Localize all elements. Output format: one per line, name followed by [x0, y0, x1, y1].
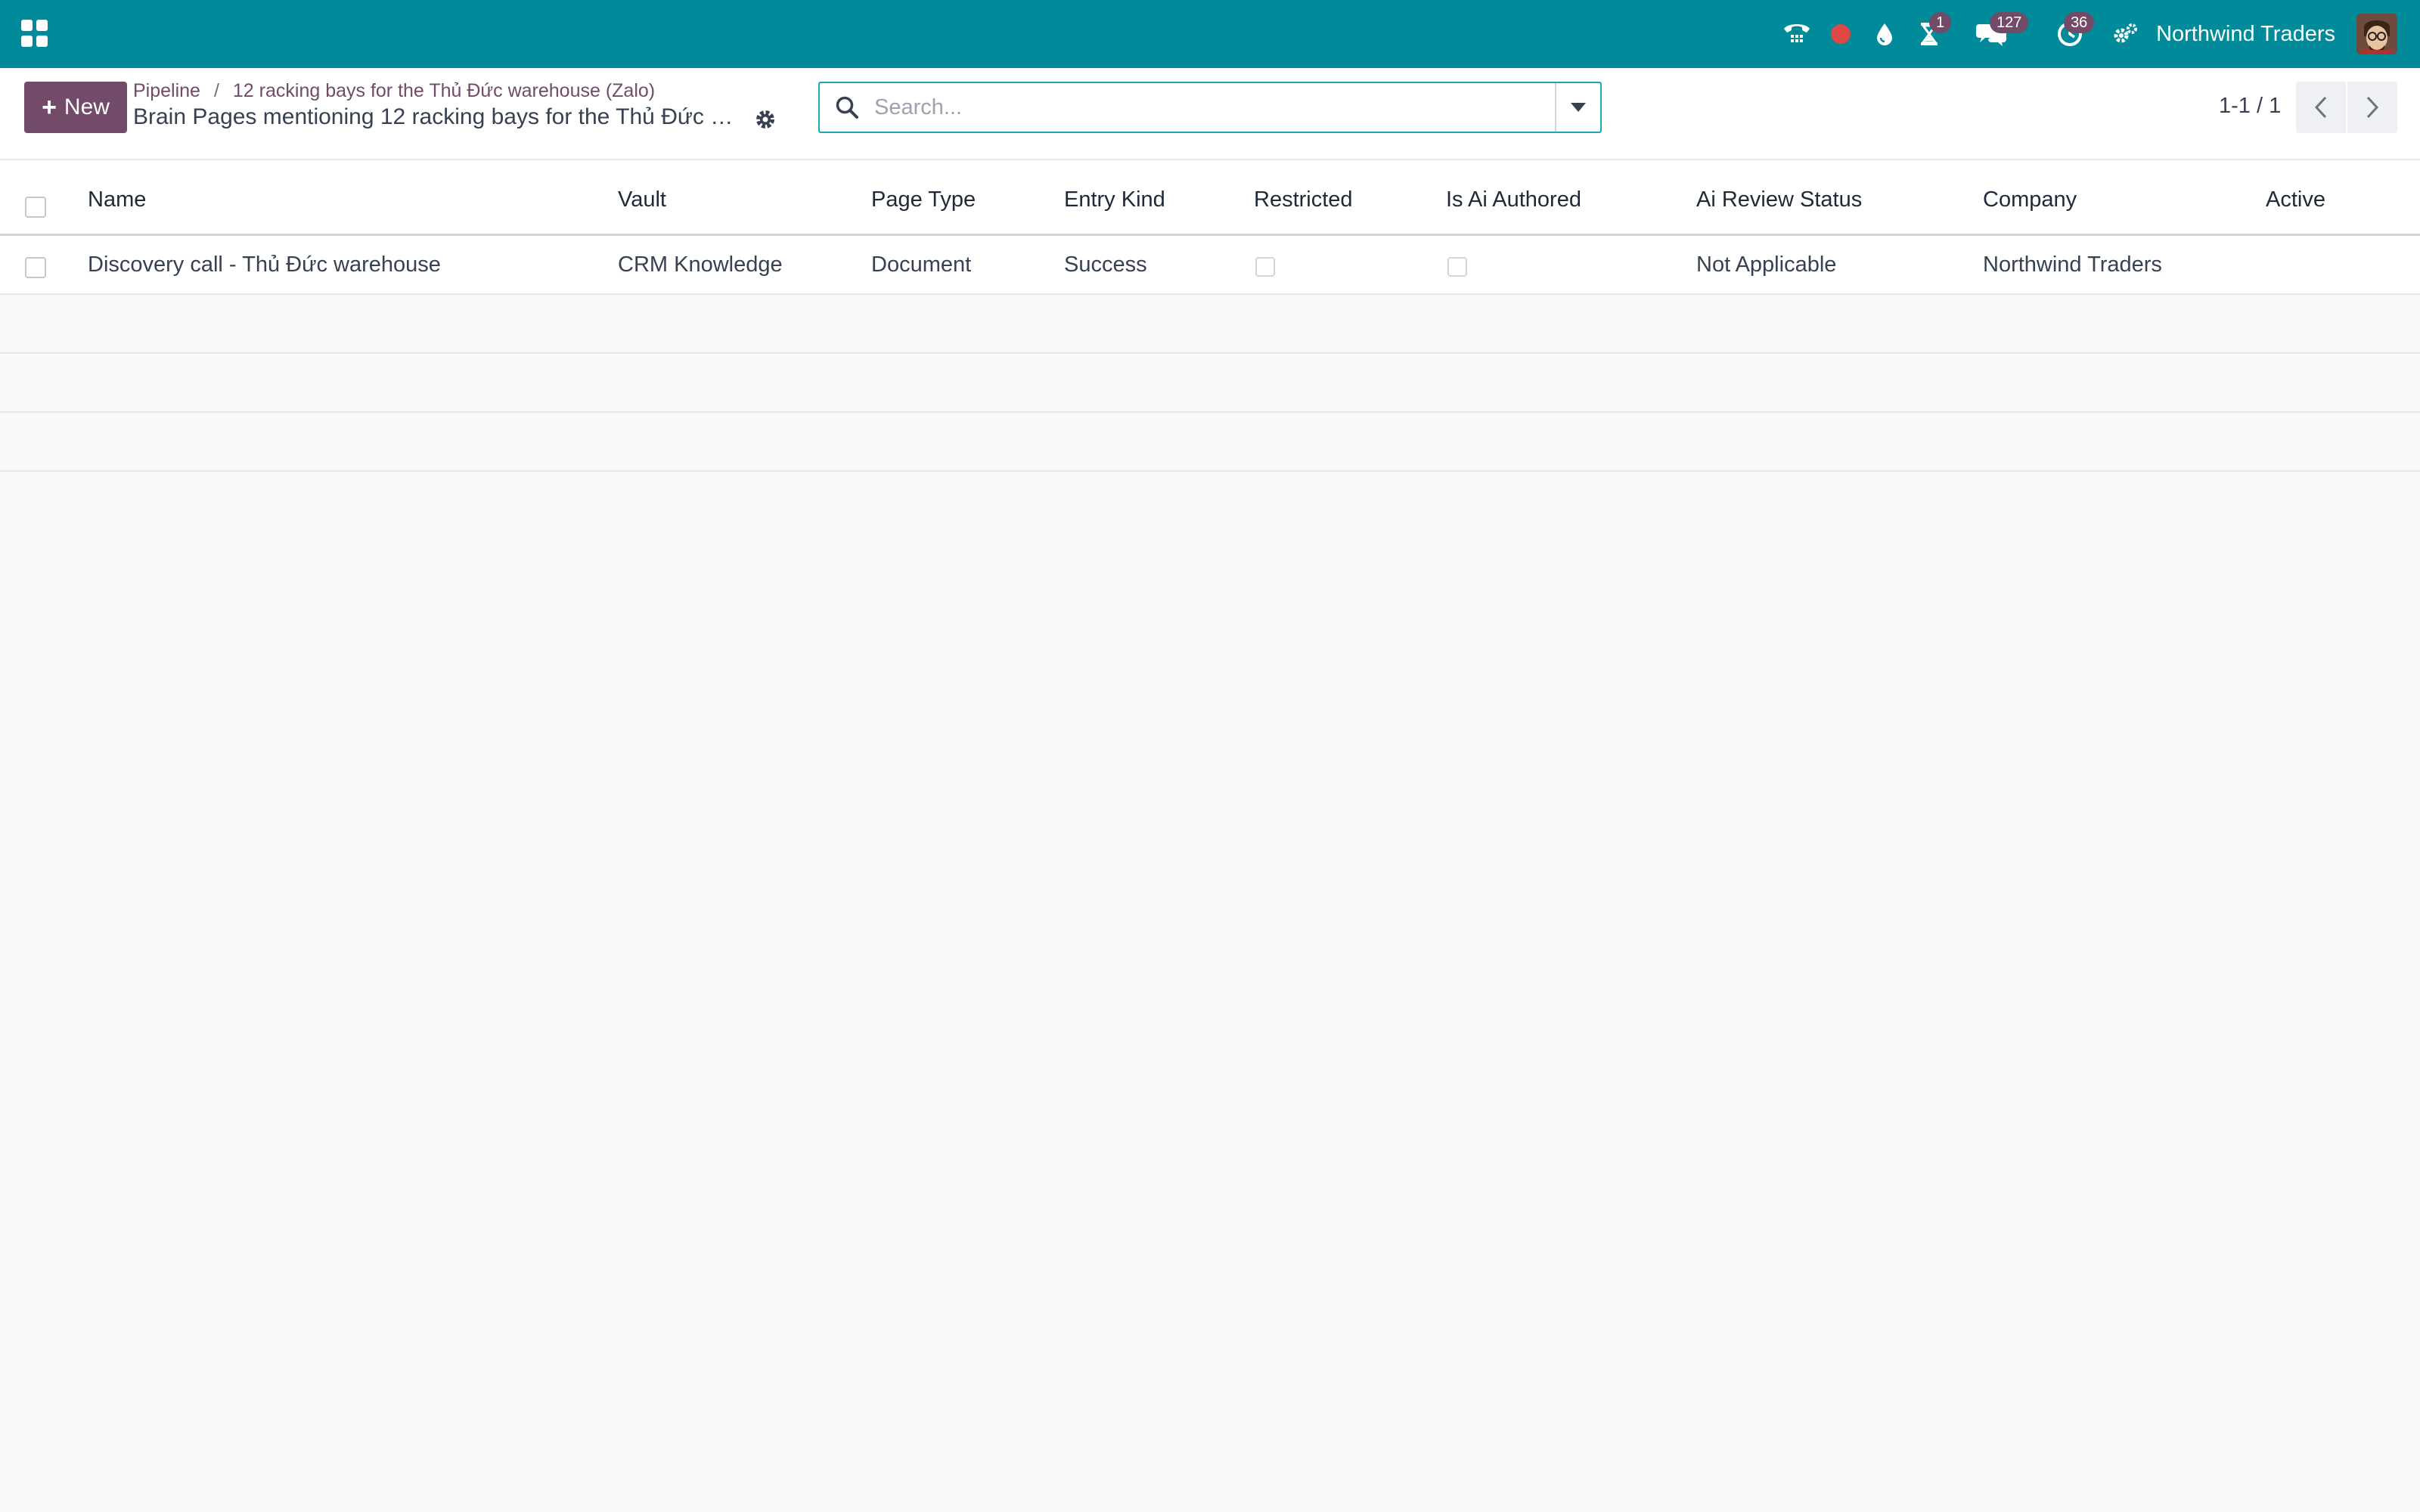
pager-value[interactable]: 1-1 / 1 [2219, 94, 2281, 119]
activity-badge: 1 [1929, 12, 1952, 33]
pager-next-button[interactable] [2347, 82, 2397, 133]
droplet-icon[interactable] [1863, 0, 1907, 68]
table-header: Name Vault Page Type Entry Kind Restrict… [0, 160, 2420, 236]
breadcrumb-opportunity[interactable]: 12 racking bays for the Thủ Đức warehous… [233, 80, 655, 102]
select-all-checkbox[interactable] [25, 197, 46, 218]
pager-previous-button[interactable] [2296, 82, 2346, 133]
breadcrumb-separator: / [213, 80, 219, 101]
breadcrumb: Pipeline / 12 racking bays for the Thủ Đ… [133, 80, 655, 102]
table-row[interactable]: Discovery call - Thủ Đức warehouse CRM K… [0, 236, 2420, 295]
search-bar [818, 82, 1602, 133]
empty-row [0, 354, 2420, 413]
cell-name: Discovery call - Thủ Đức warehouse [88, 253, 441, 277]
messages-icon[interactable]: 127 [1952, 0, 2031, 68]
company-switcher[interactable]: Northwind Traders [2141, 22, 2356, 47]
user-avatar[interactable] [2356, 14, 2397, 54]
list-view: Name Vault Page Type Entry Kind Restrict… [0, 160, 2420, 472]
new-button-label: New [64, 94, 110, 119]
empty-row [0, 413, 2420, 472]
column-header-restricted[interactable]: Restricted [1254, 187, 1353, 212]
caret-down-icon [1571, 103, 1586, 112]
timer-clock-icon[interactable]: 36 [2031, 0, 2109, 68]
chevron-left-icon [2314, 96, 2327, 119]
restricted-checkbox [1255, 257, 1275, 277]
chevron-right-icon [2366, 96, 2379, 119]
new-button[interactable]: + New [24, 82, 127, 133]
apps-menu-icon[interactable] [21, 20, 48, 47]
cell-company: Northwind Traders [1983, 253, 2162, 277]
column-header-name[interactable]: Name [88, 187, 146, 212]
gear-icon[interactable] [753, 107, 780, 135]
column-header-active[interactable]: Active [2266, 187, 2325, 212]
settings-cogs-icon[interactable] [2109, 0, 2141, 68]
is-ai-authored-checkbox [1447, 257, 1467, 277]
column-header-vault[interactable]: Vault [618, 187, 666, 212]
phone-icon[interactable] [1775, 0, 1819, 68]
search-icon [835, 95, 859, 123]
column-header-company[interactable]: Company [1983, 187, 2077, 212]
recording-dot-icon[interactable] [1819, 0, 1863, 68]
column-header-ai-review-status[interactable]: Ai Review Status [1696, 187, 1862, 212]
activity-hourglass-icon[interactable]: 1 [1907, 0, 1952, 68]
column-header-entry-kind[interactable]: Entry Kind [1064, 187, 1165, 212]
search-options-toggle[interactable] [1555, 83, 1600, 132]
cell-vault: CRM Knowledge [618, 253, 783, 277]
breadcrumb-pipeline[interactable]: Pipeline [133, 80, 200, 102]
main-navbar: 1 127 36 Northwind Traders [0, 0, 2420, 68]
messages-badge: 127 [1990, 12, 2029, 33]
systray: 1 127 36 Northwind Traders [1775, 0, 2420, 68]
empty-row [0, 295, 2420, 354]
cell-entry-kind: Success [1064, 253, 1147, 277]
row-select-checkbox[interactable] [25, 257, 46, 278]
column-header-page-type[interactable]: Page Type [871, 187, 976, 212]
control-panel: + New Pipeline / 12 racking bays for the… [0, 68, 2420, 160]
search-input[interactable] [874, 88, 1525, 127]
column-header-is-ai-authored[interactable]: Is Ai Authored [1446, 187, 1581, 212]
timesheet-badge: 36 [2064, 12, 2095, 33]
cell-page-type: Document [871, 253, 972, 277]
plus-icon: + [42, 93, 57, 122]
cell-ai-review-status: Not Applicable [1696, 253, 1837, 277]
page-title: Brain Pages mentioning 12 racking bays f… [133, 104, 738, 129]
